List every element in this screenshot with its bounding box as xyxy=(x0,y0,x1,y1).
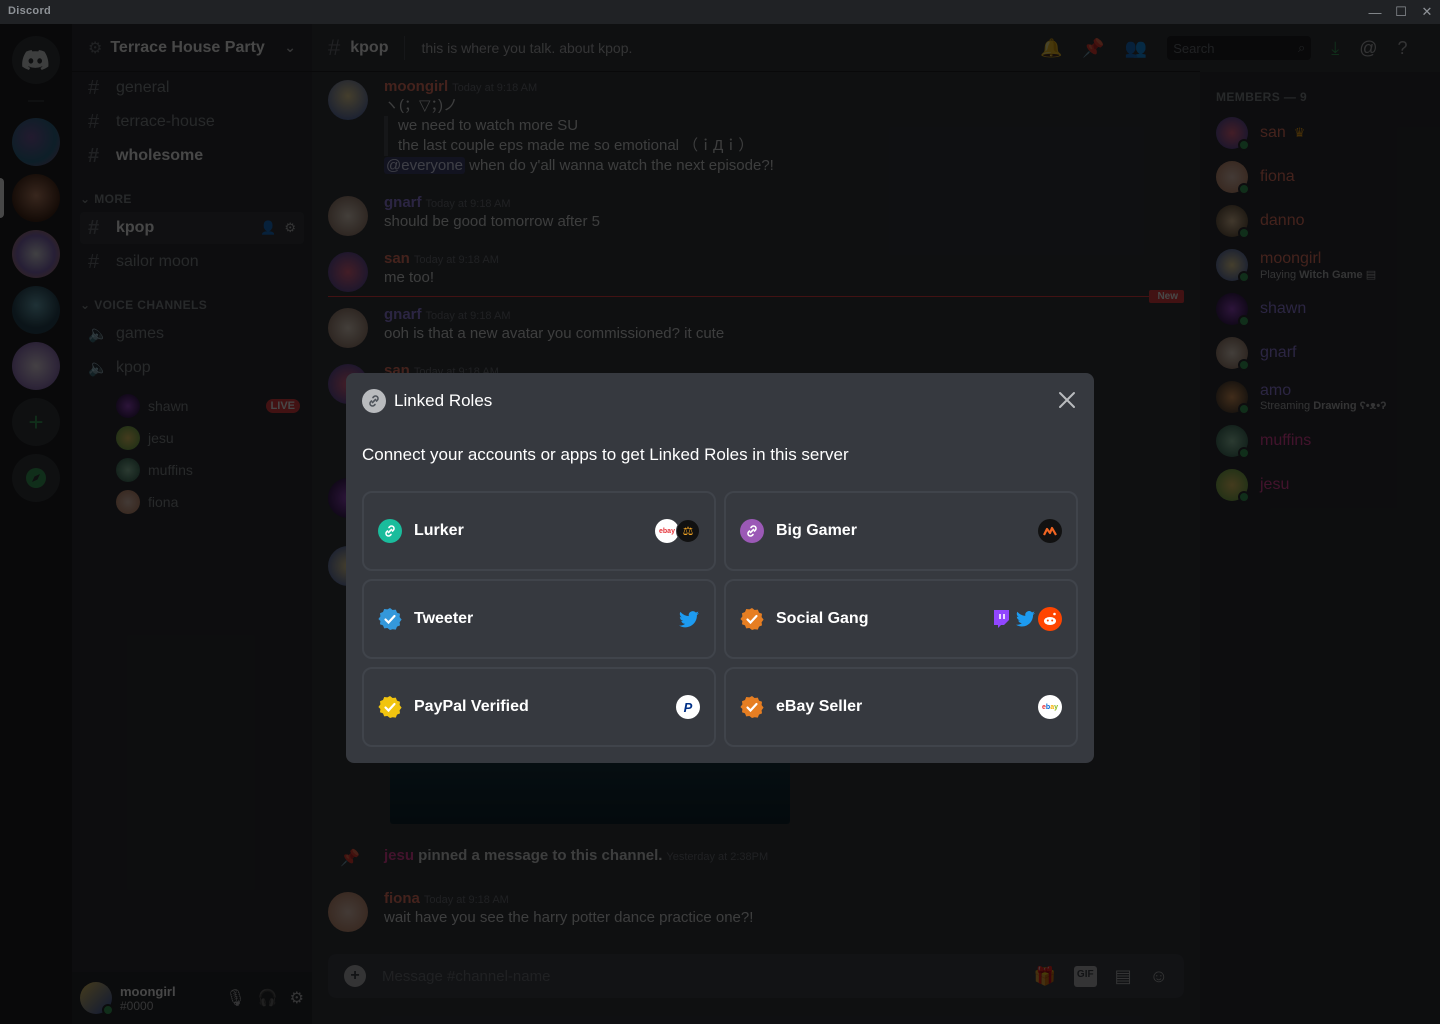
window-titlebar: Discord — ☐ ✕ xyxy=(0,0,1440,24)
link-icon xyxy=(362,389,386,413)
app-title: Discord xyxy=(8,5,52,17)
maximize-button[interactable]: ☐ xyxy=(1388,2,1414,22)
role-card-lurker[interactable]: Lurker ebay ⚖ xyxy=(362,491,716,571)
role-name: Lurker xyxy=(414,522,464,539)
role-card-ebay-seller[interactable]: eBay Seller ebay xyxy=(724,667,1078,747)
verified-badge-icon xyxy=(740,607,764,631)
role-name: Tweeter xyxy=(414,610,474,627)
close-window-button[interactable]: ✕ xyxy=(1414,2,1440,22)
twitter-icon xyxy=(678,608,700,630)
linked-roles-grid: Lurker ebay ⚖ Big Gamer Tweeter Social G xyxy=(362,491,1078,747)
verified-badge-icon xyxy=(378,695,402,719)
justice-scale-icon: ⚖ xyxy=(676,519,700,543)
role-card-social-gang[interactable]: Social Gang xyxy=(724,579,1078,659)
verified-badge-icon xyxy=(378,607,402,631)
ebay-icon: ebay xyxy=(1038,695,1062,719)
verified-badge-icon xyxy=(740,695,764,719)
role-name: Social Gang xyxy=(776,610,869,627)
modal-title: Linked Roles xyxy=(394,391,493,410)
link-badge-icon xyxy=(378,519,402,543)
role-card-tweeter[interactable]: Tweeter xyxy=(362,579,716,659)
role-card-big-gamer[interactable]: Big Gamer xyxy=(724,491,1078,571)
role-card-paypal-verified[interactable]: PayPal Verified P xyxy=(362,667,716,747)
reddit-icon xyxy=(1038,607,1062,631)
close-modal-button[interactable] xyxy=(1054,387,1080,413)
linked-roles-modal: Linked Roles Connect your accounts or ap… xyxy=(346,373,1094,763)
paypal-icon: P xyxy=(676,695,700,719)
role-name: eBay Seller xyxy=(776,698,863,715)
modal-subtitle: Connect your accounts or apps to get Lin… xyxy=(362,445,849,464)
gaming-app-icon xyxy=(1038,519,1062,543)
role-name: Big Gamer xyxy=(776,522,857,539)
twitch-icon xyxy=(990,608,1012,630)
minimize-button[interactable]: — xyxy=(1362,2,1388,22)
twitter-icon xyxy=(1014,608,1036,630)
link-badge-icon xyxy=(740,519,764,543)
close-icon xyxy=(1059,392,1075,408)
role-name: PayPal Verified xyxy=(414,698,529,715)
